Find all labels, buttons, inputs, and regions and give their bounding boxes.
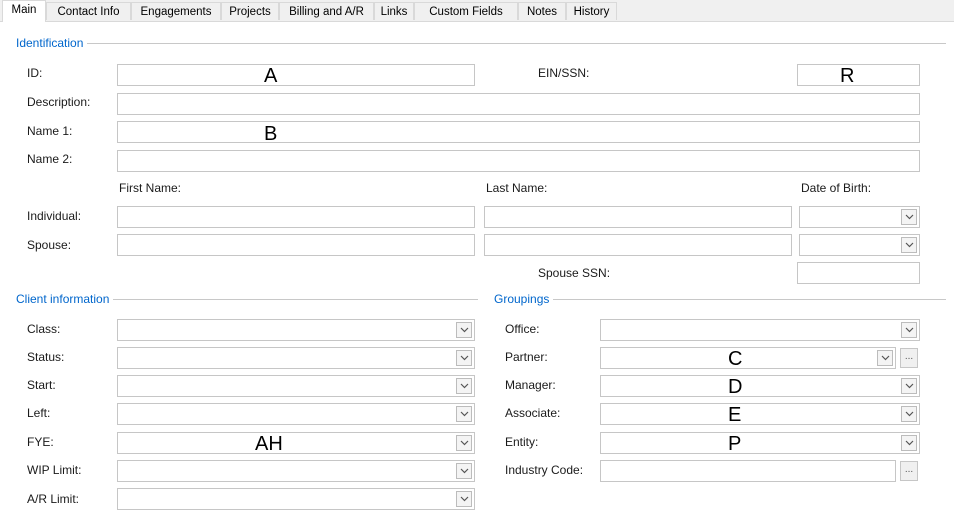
chevron-down-icon[interactable] [901, 322, 917, 338]
tab-main[interactable]: Main [2, 0, 46, 22]
groupings-title: Groupings [494, 292, 554, 306]
id-label: ID: [27, 66, 43, 80]
annotation-c: C [728, 348, 743, 370]
name1-input[interactable] [117, 121, 920, 143]
status-label: Status: [27, 350, 65, 364]
identification-title: Identification [16, 36, 88, 50]
office-label: Office: [505, 322, 540, 336]
groupings-divider [494, 299, 946, 300]
industry-code-browse-button[interactable]: ... [900, 461, 918, 481]
dob-header: Date of Birth: [801, 181, 872, 195]
spouse-dob-picker[interactable] [799, 234, 920, 256]
chevron-down-icon[interactable] [456, 406, 472, 422]
chevron-down-icon[interactable] [456, 322, 472, 338]
office-select[interactable] [600, 319, 920, 341]
chevron-down-icon[interactable] [877, 350, 893, 366]
entity-label: Entity: [505, 435, 539, 449]
left-date-picker[interactable] [117, 403, 475, 425]
tab-bar: Main Contact Info Engagements Projects B… [0, 0, 954, 22]
annotation-a: A [264, 65, 278, 87]
fye-select[interactable] [117, 432, 475, 454]
associate-label: Associate: [505, 406, 561, 420]
individual-last-name-input[interactable] [484, 206, 792, 228]
start-label: Start: [27, 378, 56, 392]
tab-history[interactable]: History [566, 2, 617, 20]
manager-label: Manager: [505, 378, 556, 392]
ar-limit-select[interactable] [117, 488, 475, 510]
chevron-down-icon[interactable] [901, 237, 917, 253]
chevron-down-icon[interactable] [901, 435, 917, 451]
tab-contact-info[interactable]: Contact Info [46, 2, 131, 20]
chevron-down-icon[interactable] [456, 491, 472, 507]
individual-label: Individual: [27, 209, 82, 223]
annotation-b: B [264, 123, 278, 145]
description-label: Description: [27, 95, 91, 109]
wip-limit-select[interactable] [117, 460, 475, 482]
name2-input[interactable] [117, 150, 920, 172]
name2-label: Name 2: [27, 152, 73, 166]
chevron-down-icon[interactable] [456, 350, 472, 366]
partner-select[interactable] [600, 347, 896, 369]
manager-select[interactable] [600, 375, 920, 397]
partner-browse-button[interactable]: ... [900, 348, 918, 368]
chevron-down-icon[interactable] [901, 209, 917, 225]
fye-label: FYE: [27, 435, 54, 449]
industry-code-label: Industry Code: [505, 463, 584, 477]
tab-projects[interactable]: Projects [221, 2, 279, 20]
spouse-ssn-label: Spouse SSN: [538, 266, 611, 280]
chevron-down-icon[interactable] [901, 378, 917, 394]
annotation-d: D [728, 376, 743, 398]
tab-links[interactable]: Links [374, 2, 414, 20]
description-input[interactable] [117, 93, 920, 115]
chevron-down-icon[interactable] [456, 378, 472, 394]
associate-select[interactable] [600, 403, 920, 425]
tab-notes[interactable]: Notes [518, 2, 566, 20]
annotation-p: P [728, 433, 742, 455]
id-input[interactable] [117, 64, 475, 86]
class-label: Class: [27, 322, 61, 336]
spouse-last-name-input[interactable] [484, 234, 792, 256]
spouse-first-name-input[interactable] [117, 234, 475, 256]
status-select[interactable] [117, 347, 475, 369]
annotation-r: R [840, 65, 855, 87]
chevron-down-icon[interactable] [901, 406, 917, 422]
chevron-down-icon[interactable] [456, 463, 472, 479]
tab-engagements[interactable]: Engagements [131, 2, 221, 20]
start-date-picker[interactable] [117, 375, 475, 397]
partner-label: Partner: [505, 350, 548, 364]
individual-dob-picker[interactable] [799, 206, 920, 228]
first-name-header: First Name: [119, 181, 182, 195]
chevron-down-icon[interactable] [456, 435, 472, 451]
annotation-e: E [728, 404, 742, 426]
ein-ssn-label: EIN/SSN: [538, 66, 590, 80]
spouse-label: Spouse: [27, 238, 72, 252]
ar-limit-label: A/R Limit: [27, 492, 80, 506]
spouse-ssn-input[interactable] [797, 262, 920, 284]
name1-label: Name 1: [27, 124, 73, 138]
last-name-header: Last Name: [486, 181, 548, 195]
ein-ssn-input[interactable] [797, 64, 920, 86]
annotation-ah: AH [255, 433, 283, 455]
tab-custom-fields[interactable]: Custom Fields [414, 2, 518, 20]
left-label: Left: [27, 406, 51, 420]
client-info-title: Client information [16, 292, 114, 306]
wip-limit-label: WIP Limit: [27, 463, 82, 477]
class-select[interactable] [117, 319, 475, 341]
industry-code-input[interactable] [600, 460, 896, 482]
entity-select[interactable] [600, 432, 920, 454]
identification-divider [16, 43, 946, 44]
individual-first-name-input[interactable] [117, 206, 475, 228]
tab-billing-ar[interactable]: Billing and A/R [279, 2, 374, 20]
